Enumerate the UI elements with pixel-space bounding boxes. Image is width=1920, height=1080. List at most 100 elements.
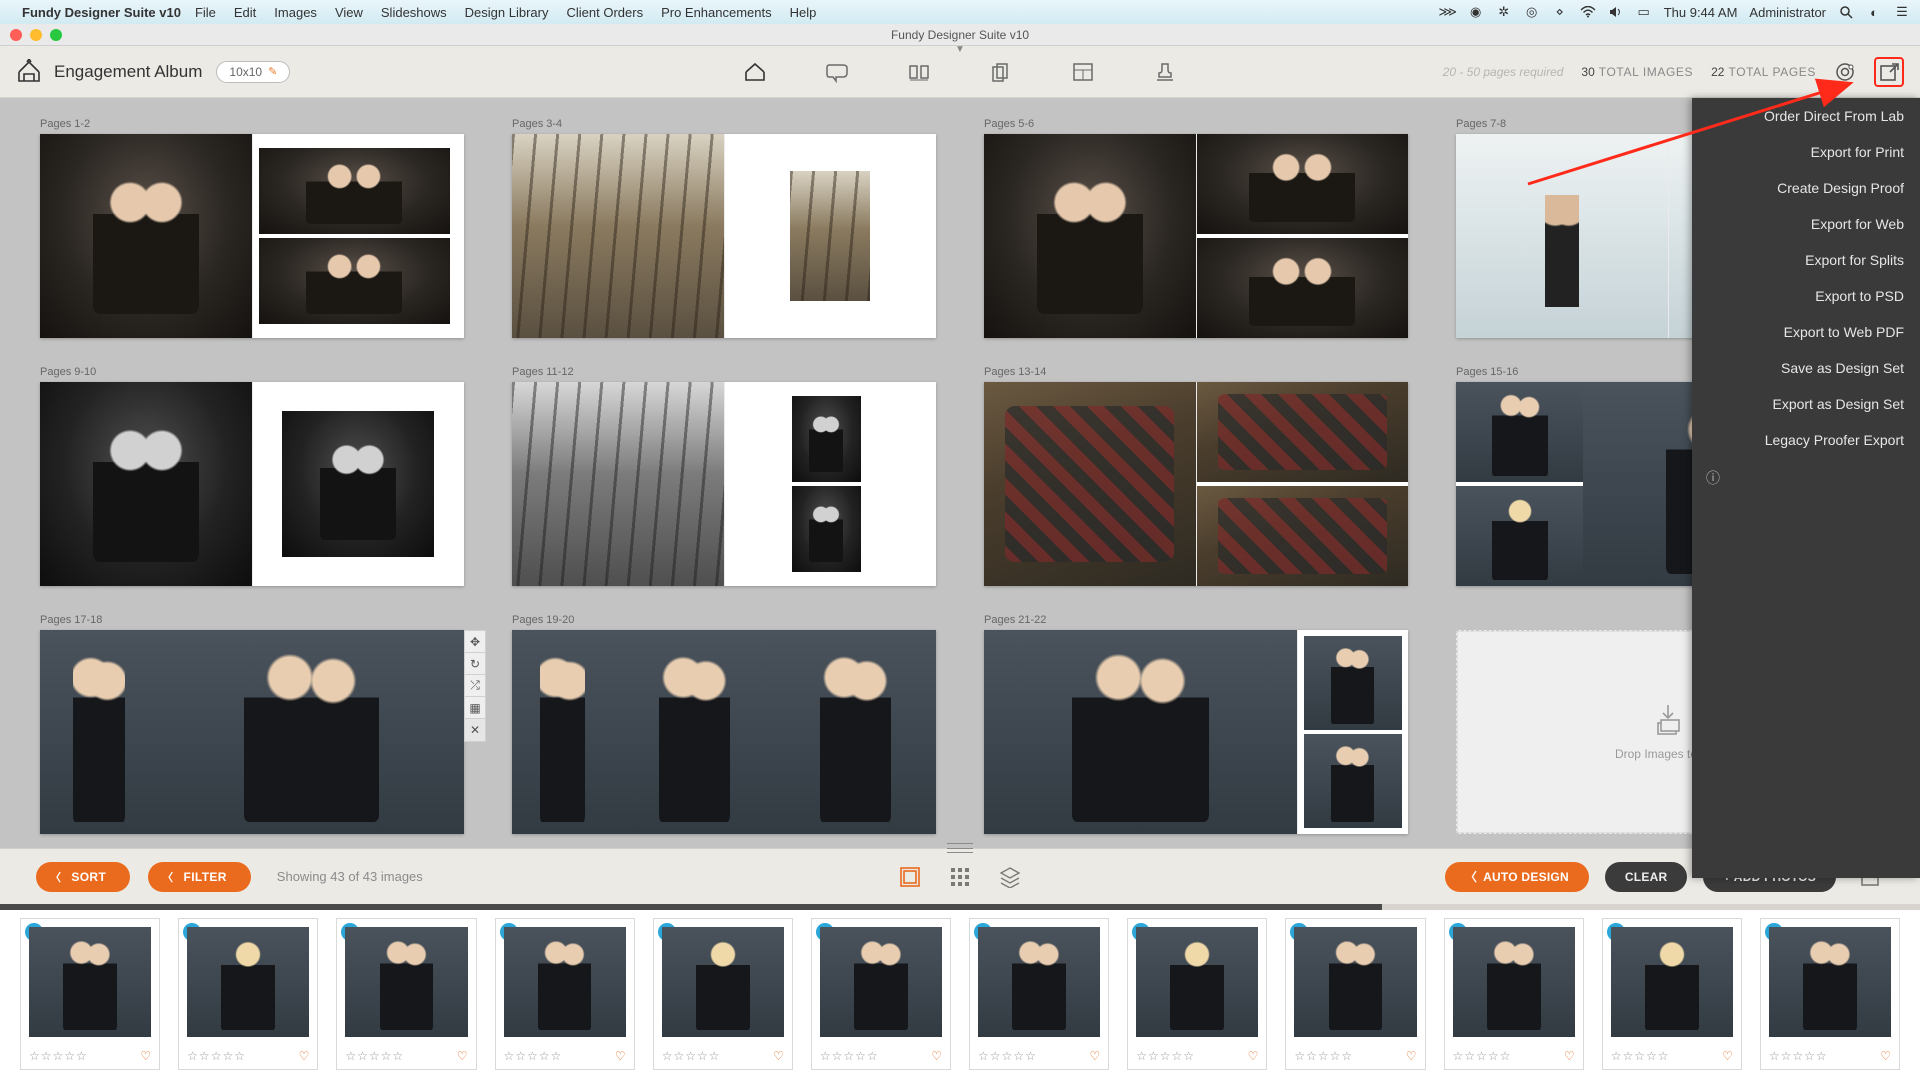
menu-images[interactable]: Images [274,5,317,20]
spread-grid-icon[interactable]: ▦ [465,697,485,719]
view-mosaic-icon[interactable] [949,866,971,888]
thumbnail[interactable]: 1☆☆☆☆☆♡ [969,918,1109,1070]
export-menu-item[interactable]: Export as Design Set [1692,386,1920,422]
thumbnail[interactable]: 1☆☆☆☆☆♡ [1444,918,1584,1070]
spread-rotate-icon[interactable]: ↻ [465,653,485,675]
spread[interactable]: Pages 17-18 ✥ ↻ ⤮ ▦ ✕ [40,614,464,834]
proofer-icon[interactable] [1834,61,1856,83]
thumbnail-rating[interactable]: ☆☆☆☆☆ [820,1049,879,1063]
thumbnail-favorite-icon[interactable]: ♡ [931,1049,942,1063]
export-menu-item[interactable]: Export for Web [1692,206,1920,242]
window-minimize-button[interactable] [30,29,42,41]
export-menu-item[interactable]: Export for Print [1692,134,1920,170]
project-name[interactable]: Engagement Album [54,62,202,82]
status-icon[interactable]: ⋙ [1440,4,1456,20]
export-menu-item[interactable]: Save as Design Set [1692,350,1920,386]
menu-pro-enhancements[interactable]: Pro Enhancements [661,5,772,20]
thumbnail-strip[interactable]: 1☆☆☆☆☆♡1☆☆☆☆☆♡1☆☆☆☆☆♡1☆☆☆☆☆♡1☆☆☆☆☆♡1☆☆☆☆… [0,904,1920,1080]
export-menu-item[interactable]: Create Design Proof [1692,170,1920,206]
wifi-icon[interactable] [1580,4,1596,20]
status-icon[interactable]: ✲ [1496,4,1512,20]
export-menu-item[interactable]: Order Direct From Lab [1692,98,1920,134]
filter-button[interactable]: 〈FILTER [148,862,251,892]
export-button[interactable] [1874,57,1904,87]
volume-icon[interactable] [1608,4,1624,20]
thumbnail-favorite-icon[interactable]: ♡ [299,1049,310,1063]
notification-center-icon[interactable]: ☰ [1894,4,1910,20]
siri-icon[interactable]: ◐ [1866,4,1882,20]
thumbnail-rating[interactable]: ☆☆☆☆☆ [504,1049,563,1063]
thumbnail-rating[interactable]: ☆☆☆☆☆ [978,1049,1037,1063]
thumbnail[interactable]: 1☆☆☆☆☆♡ [1760,918,1900,1070]
thumbnail[interactable]: 1☆☆☆☆☆♡ [1285,918,1425,1070]
album-size-badge[interactable]: 10x10 ✎ [216,61,290,83]
thumbnail-favorite-icon[interactable]: ♡ [1406,1049,1417,1063]
panel-resize-grip-icon[interactable] [947,843,973,853]
menu-edit[interactable]: Edit [234,5,256,20]
stamp-mode-icon[interactable] [1153,60,1177,84]
thumbnail-rating[interactable]: ☆☆☆☆☆ [1136,1049,1195,1063]
export-menu-item[interactable]: Export to PSD [1692,278,1920,314]
spread[interactable]: Pages 9-10 [40,366,464,586]
spread[interactable]: Pages 11-12 [512,366,936,586]
menu-design-library[interactable]: Design Library [465,5,549,20]
menubar-app-name[interactable]: Fundy Designer Suite v10 [22,5,181,20]
designer-mode-icon[interactable] [743,60,767,84]
window-close-button[interactable] [10,29,22,41]
window-maximize-button[interactable] [50,29,62,41]
thumbnail-rating[interactable]: ☆☆☆☆☆ [662,1049,721,1063]
thumbnail-favorite-icon[interactable]: ♡ [1722,1049,1733,1063]
thumbnail[interactable]: 1☆☆☆☆☆♡ [1602,918,1742,1070]
menubar-clock[interactable]: Thu 9:44 AM [1664,5,1738,20]
spread[interactable]: Pages 21-22 [984,614,1408,834]
export-menu-item[interactable]: Legacy Proofer Export [1692,422,1920,458]
menu-help[interactable]: Help [790,5,817,20]
thumbnail-favorite-icon[interactable]: ♡ [457,1049,468,1063]
spread-move-icon[interactable]: ✥ [465,631,485,653]
wall-art-mode-icon[interactable] [907,60,931,84]
thumbnail-rating[interactable]: ☆☆☆☆☆ [29,1049,88,1063]
view-grid-active-icon[interactable] [899,866,921,888]
menu-client-orders[interactable]: Client Orders [566,5,643,20]
export-menu-info-icon[interactable]: ⓘ [1692,458,1920,498]
layout-mode-icon[interactable] [1071,60,1095,84]
thumbnail-favorite-icon[interactable]: ♡ [140,1049,151,1063]
thumbnail[interactable]: 1☆☆☆☆☆♡ [178,918,318,1070]
spotlight-icon[interactable] [1838,4,1854,20]
thumbnail-favorite-icon[interactable]: ♡ [1248,1049,1259,1063]
thumbnail-favorite-icon[interactable]: ♡ [615,1049,626,1063]
sort-button[interactable]: 〈SORT [36,862,130,892]
thumbnail-rating[interactable]: ☆☆☆☆☆ [1611,1049,1670,1063]
thumbnail-rating[interactable]: ☆☆☆☆☆ [187,1049,246,1063]
status-icon[interactable]: ◉ [1468,4,1484,20]
menu-slideshows[interactable]: Slideshows [381,5,447,20]
thumbnail-rating[interactable]: ☆☆☆☆☆ [1769,1049,1828,1063]
thumbnail[interactable]: 1☆☆☆☆☆♡ [495,918,635,1070]
export-menu-item[interactable]: Export to Web PDF [1692,314,1920,350]
thumbnail-favorite-icon[interactable]: ♡ [1880,1049,1891,1063]
spread[interactable]: Pages 1-2 [40,118,464,338]
spread-shuffle-icon[interactable]: ⤮ [465,675,485,697]
export-menu-item[interactable]: Export for Splits [1692,242,1920,278]
cards-mode-icon[interactable] [989,60,1013,84]
thumbnail[interactable]: 1☆☆☆☆☆♡ [20,918,160,1070]
thumbnail-rating[interactable]: ☆☆☆☆☆ [1453,1049,1512,1063]
bluetooth-icon[interactable]: ⋄ [1552,4,1568,20]
clear-button[interactable]: CLEAR [1605,862,1688,892]
thumbnail[interactable]: 1☆☆☆☆☆♡ [653,918,793,1070]
fundy-logo-icon[interactable] [16,59,42,85]
spread[interactable]: Pages 19-20 [512,614,936,834]
spread[interactable]: Pages 5-6 [984,118,1408,338]
thumbnail-rating[interactable]: ☆☆☆☆☆ [345,1049,404,1063]
chat-mode-icon[interactable] [825,60,849,84]
thumbnail[interactable]: 1☆☆☆☆☆♡ [336,918,476,1070]
display-icon[interactable]: ▭ [1636,4,1652,20]
spread[interactable]: Pages 13-14 [984,366,1408,586]
thumbnail-favorite-icon[interactable]: ♡ [1564,1049,1575,1063]
menubar-user[interactable]: Administrator [1749,5,1826,20]
spread[interactable]: Pages 3-4 [512,118,936,338]
thumbnail[interactable]: 1☆☆☆☆☆♡ [811,918,951,1070]
menu-view[interactable]: View [335,5,363,20]
thumbnail-favorite-icon[interactable]: ♡ [1089,1049,1100,1063]
menu-file[interactable]: File [195,5,216,20]
